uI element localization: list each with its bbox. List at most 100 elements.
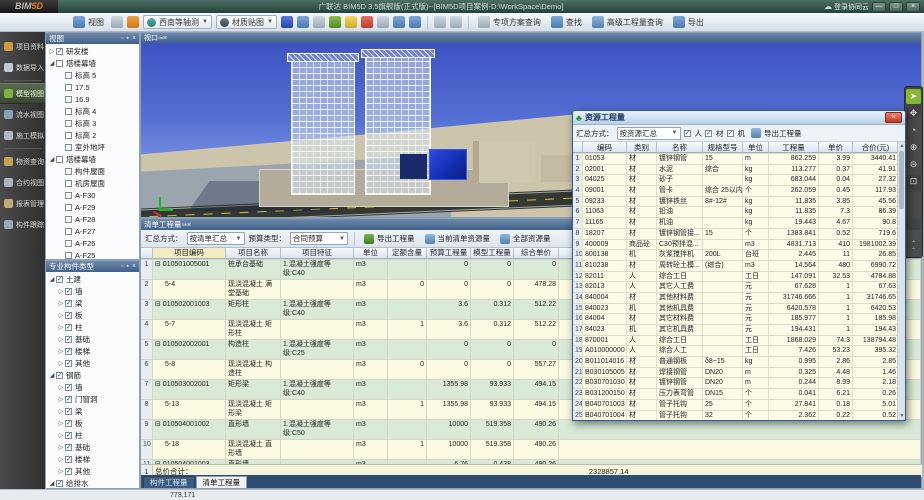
column-header[interactable]: 单位 xyxy=(354,248,388,259)
tree-expand-icon[interactable]: ▷ xyxy=(57,396,65,403)
tree-item[interactable]: ◢塔楼幕墙 xyxy=(46,153,139,165)
tree-item[interactable]: 构件屋面 xyxy=(46,165,139,177)
tree-checkbox[interactable]: ✓ xyxy=(56,48,63,55)
tree-checkbox[interactable]: ✓ xyxy=(65,312,72,319)
tree-item[interactable]: 17.5 xyxy=(46,81,139,93)
export-quantity-button[interactable]: 导出工程量 xyxy=(361,231,418,246)
pin-icon[interactable]: ▫ xyxy=(121,263,123,270)
tree-checkbox[interactable]: ✓ xyxy=(56,276,63,283)
snapshot-icon[interactable] xyxy=(329,16,341,28)
close-icon[interactable]: × xyxy=(132,35,136,42)
tree-item[interactable]: 室外地坪 xyxy=(46,141,139,153)
advanced-quantity-query-button[interactable]: 高级工程量查询 xyxy=(589,15,666,30)
resource-row[interactable]: 818207材镀锌钢管接...15个1383.8410.52719.6 xyxy=(573,229,899,240)
tree-checkbox[interactable] xyxy=(65,84,72,91)
tree-item[interactable]: A-F28 xyxy=(46,213,139,225)
tree-checkbox[interactable]: ✓ xyxy=(65,432,72,439)
tree-checkbox[interactable] xyxy=(65,120,72,127)
person-icon[interactable] xyxy=(297,16,309,28)
tree-checkbox[interactable] xyxy=(56,156,63,163)
budget-type-select[interactable]: 合同预算 ▼ xyxy=(290,232,348,245)
table-row[interactable]: 105-18现浇混凝土 直形墙m3110000519.358490.26 xyxy=(141,440,921,460)
rail-item-2[interactable]: 数据导入 xyxy=(0,57,45,78)
tree-checkbox[interactable] xyxy=(65,108,72,115)
tree-collapse-icon[interactable]: ◢ xyxy=(48,372,56,379)
resource-row[interactable]: 20B011014016材普通钢板δ8~15kg0.9952.862.85 xyxy=(573,357,899,368)
toolbar-collapse-icon[interactable]: ⌃⌃ xyxy=(911,241,916,257)
pan-hand-icon[interactable]: ✥ xyxy=(906,106,921,121)
tree-expand-icon[interactable]: ▷ xyxy=(57,468,65,475)
rail-item-5[interactable]: 施工模拟 xyxy=(0,125,45,146)
tree-expand-icon[interactable]: ▷ xyxy=(57,360,65,367)
tree-checkbox[interactable] xyxy=(65,216,72,223)
tree-expand-icon[interactable]: ▷ xyxy=(57,420,65,427)
tree-checkbox[interactable]: ✓ xyxy=(65,456,72,463)
minimize-button[interactable]: — xyxy=(872,2,886,12)
tree-item[interactable]: ▷✓墙 xyxy=(46,285,139,297)
tree-item[interactable]: 16.9 xyxy=(46,93,139,105)
measure-delete-icon[interactable] xyxy=(361,16,373,28)
tree-item[interactable]: 机房屋面 xyxy=(46,177,139,189)
tree-checkbox[interactable] xyxy=(65,96,72,103)
tree-expand-icon[interactable]: ▷ xyxy=(57,432,65,439)
tree-checkbox[interactable]: ✓ xyxy=(65,384,72,391)
section-box-icon[interactable] xyxy=(434,16,446,28)
tab-component-quantity[interactable]: 构件工程量 xyxy=(143,476,195,488)
tree-checkbox[interactable] xyxy=(65,240,72,247)
resource-row[interactable]: 1784023机其它机具费元194.4311194.43 xyxy=(573,325,899,336)
column-header[interactable]: 项目特征 xyxy=(281,248,354,259)
resource-row[interactable]: 1282011人综合工日工日147.09132.534784.88 xyxy=(573,272,899,283)
tree-item[interactable]: A-F27 xyxy=(46,225,139,237)
resource-row[interactable]: 22B030701030材镀锌钢管DN20m0.2448.992.18 xyxy=(573,378,899,389)
column-header[interactable]: 规格型号 xyxy=(703,142,743,153)
tree-collapse-icon[interactable]: ◢ xyxy=(48,276,56,283)
labor-checkbox[interactable]: ✓人 xyxy=(684,128,703,139)
tree-item[interactable]: A-F29 xyxy=(46,201,139,213)
tree-collapse-icon[interactable]: ◢ xyxy=(48,156,56,163)
special-plan-query-button[interactable]: 专项方案查询 xyxy=(475,15,544,30)
resource-row[interactable]: 24B040701003材管子托钩25个27.8410.185.01 xyxy=(573,400,899,411)
tree-checkbox[interactable]: ✓ xyxy=(65,396,72,403)
column-header[interactable]: 单位 xyxy=(743,142,769,153)
axonometric-dropdown[interactable]: 西南等轴测 ▼ xyxy=(143,15,212,29)
scrollbar-thumb[interactable] xyxy=(899,151,904,209)
column-header[interactable]: 合价(元) xyxy=(853,142,899,153)
rail-item-3[interactable]: 模型视图 xyxy=(0,83,45,104)
tree-checkbox[interactable]: ✓ xyxy=(65,288,72,295)
row-number-header[interactable] xyxy=(573,142,583,153)
tree-expand-icon[interactable]: ▷ xyxy=(57,288,65,295)
material-dropdown[interactable]: 材质贴图 ▼ xyxy=(216,15,277,29)
tree-checkbox[interactable]: ✓ xyxy=(65,324,72,331)
rail-item-8[interactable]: 报表管理 xyxy=(0,193,45,214)
tree-checkbox[interactable]: ✓ xyxy=(65,408,72,415)
resource-row[interactable]: 409001材管卡综合 25以内个262.0590.45117.93 xyxy=(573,186,899,197)
rail-item-1[interactable]: 项目资料 xyxy=(0,36,45,57)
resource-window-titlebar[interactable]: ♣ 资源工程量 × xyxy=(573,111,905,125)
tree-item[interactable]: ▷✓板 xyxy=(46,309,139,321)
tree-item[interactable]: ▷✓研发楼 xyxy=(46,45,139,57)
column-header[interactable]: 定额含量 xyxy=(388,248,427,259)
resource-summary-select[interactable]: 按资源汇总 ▼ xyxy=(617,127,681,140)
current-list-resource-button[interactable]: 当前清单资源量 xyxy=(422,231,494,246)
tree-item[interactable]: 标高 2 xyxy=(46,129,139,141)
table-row[interactable]: 9⊟ 010504001002直形墙1.混凝土强度等级:C50m31000051… xyxy=(141,420,921,440)
resource-row[interactable]: 14840004材其他材料费元31746.666131746.65 xyxy=(573,293,899,304)
column-header[interactable]: 综合单价 xyxy=(514,248,559,259)
tree-item[interactable]: 标高 3 xyxy=(46,117,139,129)
rail-item-6[interactable]: 物资查询 xyxy=(0,151,45,172)
tree-expand-icon[interactable]: ▷ xyxy=(57,408,65,415)
resource-row[interactable]: 11810238材周转砼土模...(综合)m314.5644806990.72 xyxy=(573,261,899,272)
material-checkbox[interactable]: ✓材 xyxy=(705,128,724,139)
row-number-header[interactable] xyxy=(141,248,153,259)
float-icon[interactable]: ▪ xyxy=(126,35,128,42)
resource-row[interactable]: 10800138机灰浆搅拌机200L台班2.4451126.85 xyxy=(573,250,899,261)
column-header[interactable]: 项目编码 xyxy=(153,248,226,259)
column-header[interactable]: 预算工程量 xyxy=(427,248,471,259)
resource-row[interactable]: 25B040701004材管子托钩32个2.3620.220.52 xyxy=(573,411,899,421)
column-header[interactable]: 编码 xyxy=(583,142,627,153)
tree-collapse-icon[interactable]: ◢ xyxy=(48,60,56,67)
tree-checkbox[interactable]: ✓ xyxy=(65,420,72,427)
maximize-button[interactable]: □ xyxy=(889,2,903,12)
find-button[interactable]: 查找 xyxy=(548,15,585,30)
tree-checkbox[interactable]: ✓ xyxy=(65,348,72,355)
